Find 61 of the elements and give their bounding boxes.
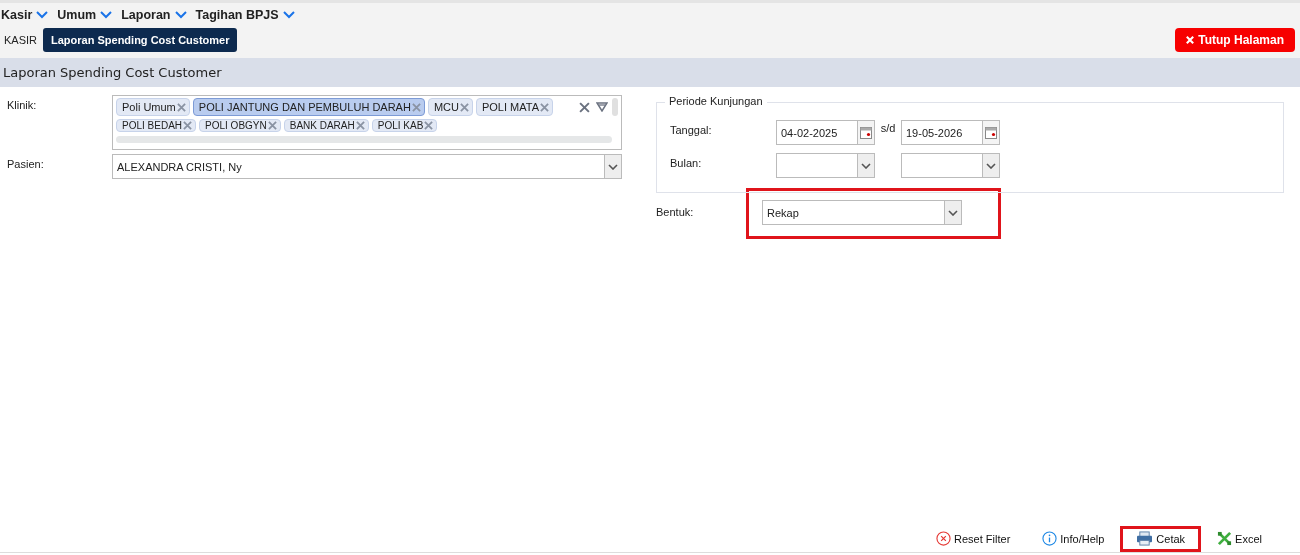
remove-icon[interactable]	[176, 102, 186, 112]
remove-icon[interactable]	[355, 121, 365, 130]
range-separator: s/d	[879, 121, 897, 134]
month-select[interactable]	[901, 153, 1000, 178]
scrollbar[interactable]	[116, 136, 612, 143]
field-label: Bentuk:	[656, 205, 695, 218]
action-button[interactable]: Cetak	[1136, 529, 1186, 548]
clinic-tag[interactable]: POLI OBGYN	[199, 119, 281, 132]
clinic-tag[interactable]: POLI BEDAH	[116, 119, 197, 132]
info-icon	[1042, 531, 1058, 546]
dropdown-icon	[948, 209, 958, 216]
dropdown-icon	[608, 163, 618, 170]
dropdown-icon	[861, 162, 871, 169]
remove-icon[interactable]	[424, 121, 434, 130]
clear-icon[interactable]	[579, 101, 590, 113]
tab[interactable]: KASIR	[0, 29, 41, 51]
remove-icon[interactable]	[267, 121, 277, 130]
chevron-icon	[174, 10, 187, 19]
scrollbar-thumb[interactable]	[612, 98, 618, 116]
filter-icon[interactable]	[596, 102, 608, 112]
field-label: Klinik:	[7, 98, 38, 113]
clinic-tag[interactable]: BANK DARAH	[283, 119, 369, 132]
field-label: Tanggal:	[670, 123, 713, 136]
section-title: Laporan Spending Cost Customer	[3, 65, 222, 80]
field-label: Pasien:	[7, 157, 45, 172]
clinic-tag[interactable]: Poli Umum	[116, 98, 190, 116]
clinic-tag[interactable]: MCU	[427, 98, 473, 116]
close-page-button[interactable]: Tutup Halaman	[1175, 28, 1295, 52]
printer-icon	[1136, 531, 1154, 546]
date-field[interactable]: 19-05-2026	[901, 120, 1000, 145]
month-select[interactable]	[776, 153, 875, 178]
menu-item[interactable]: Tagihan BPJS	[194, 7, 295, 22]
close-icon	[1186, 36, 1195, 44]
action-button[interactable]: Excel	[1217, 529, 1262, 548]
action-button[interactable]: Reset Filter	[936, 529, 1011, 548]
clinic-tag[interactable]: POLI JANTUNG DAN PEMBULUH DARAH	[192, 98, 425, 116]
menu-item[interactable]: Laporan	[120, 7, 187, 22]
calendar-icon[interactable]	[985, 126, 997, 139]
dropdown-icon	[986, 162, 996, 169]
clinic-multiselect[interactable]: Poli Umum POLI JANTUNG DAN PEMBULUH DARAH MCU POLI MATA POLI BEDAH POLI OBGYN BANK DARAH POLI KAB	[112, 95, 622, 150]
remove-icon[interactable]	[459, 102, 469, 112]
clinic-tag[interactable]: POLI KAB	[371, 119, 438, 132]
date-field[interactable]: 04-02-2025	[776, 120, 875, 145]
remove-icon[interactable]	[411, 102, 421, 112]
field-label: Bulan:	[670, 156, 703, 169]
action-button[interactable]: Info/Help	[1042, 529, 1105, 548]
remove-icon[interactable]	[540, 102, 549, 112]
spreadsheet-icon	[1217, 531, 1233, 546]
menu-item[interactable]: Umum	[56, 7, 113, 22]
chevron-icon	[100, 10, 113, 19]
clinic-tag[interactable]: POLI MATA	[475, 98, 553, 116]
patient-select[interactable]: ALEXANDRA CRISTI, Ny	[112, 154, 622, 179]
tab[interactable]: Laporan Spending Cost Customer	[43, 28, 238, 52]
cancel-icon	[936, 531, 952, 546]
chevron-icon	[282, 10, 295, 19]
menu-item[interactable]: Kasir	[0, 7, 49, 22]
remove-icon[interactable]	[183, 121, 193, 130]
chevron-icon	[36, 10, 49, 19]
format-select[interactable]: Rekap	[762, 200, 962, 225]
calendar-icon[interactable]	[860, 126, 872, 139]
panel-legend: Periode Kunjungan	[665, 95, 767, 107]
